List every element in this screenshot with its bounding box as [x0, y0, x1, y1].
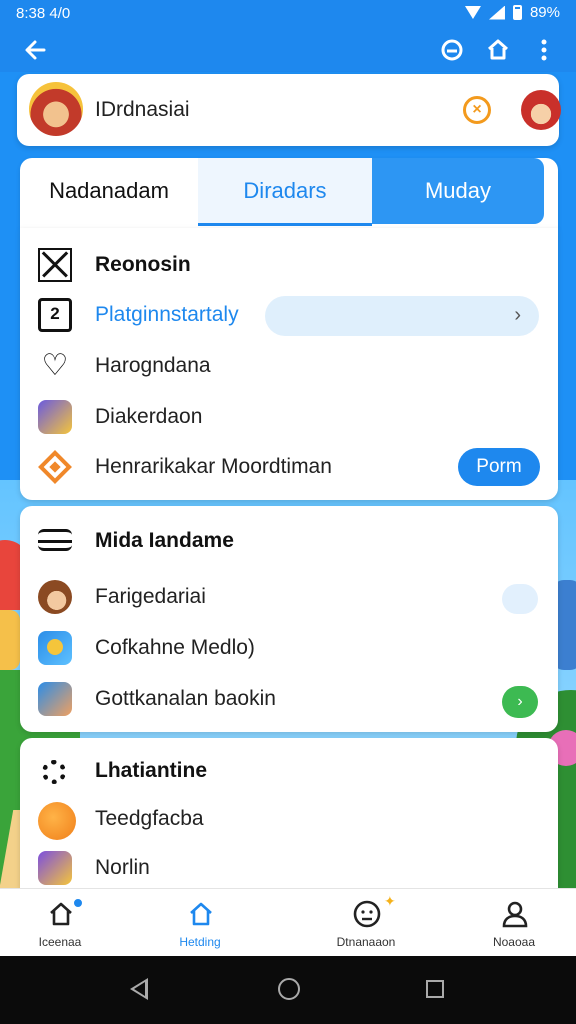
secondary-avatar[interactable] [521, 90, 561, 130]
nav-item-hetding[interactable]: Hetding [140, 889, 260, 957]
nav-label: Dtnanaaon [336, 935, 396, 949]
arrow-right-icon[interactable]: › [502, 686, 538, 718]
list-item-label: Harogndana [95, 354, 211, 377]
list-item-lhatiantine[interactable]: Lhatiantine [20, 746, 558, 794]
section-card-1: Reonosin › 2 Platginnstartaly ♡ Harognda… [20, 228, 558, 500]
nav-item-noaoaa[interactable]: Noaoaa [454, 889, 574, 957]
nav-item-home[interactable]: Iceenaa [0, 889, 120, 957]
tab-nadanadam[interactable]: Nadanadam [20, 158, 198, 224]
list-item-label: Lhatiantine [95, 759, 208, 782]
list-item-label: Teedgfacba [95, 807, 204, 830]
tab-muday[interactable]: Muday [372, 158, 544, 224]
avatar-icon [38, 580, 72, 614]
system-home-icon[interactable] [278, 978, 300, 1000]
star-icon: ✦ [384, 893, 396, 909]
battery-level: 89% [529, 4, 560, 21]
notification-badge [72, 897, 84, 909]
x-circle-icon[interactable]: × [463, 96, 491, 124]
bottom-navigation: Iceenaa Hetding ✦ Dtnanaaon Noaoaa [0, 888, 576, 956]
tab-bar: Nadanadam Diradars Muday [20, 158, 558, 228]
status-time: 8:38 4/0 [16, 5, 71, 22]
list-item-reonosin[interactable]: Reonosin [20, 240, 558, 288]
app-bar [0, 28, 576, 72]
list-item-label: Reonosin [95, 253, 191, 276]
purple-app-icon [38, 851, 72, 885]
person-icon [500, 899, 530, 929]
refresh-icon[interactable] [438, 36, 466, 64]
list-item-teedgfacba[interactable]: Teedgfacba [20, 794, 558, 842]
nav-label: Noaoaa [492, 935, 536, 949]
profile-card[interactable]: IDrdnasiai × [17, 74, 561, 146]
signal-icon [488, 5, 505, 20]
x-box-icon [38, 248, 72, 282]
arrow-left-icon[interactable] [22, 36, 50, 64]
list-item-harogndana[interactable]: ♡ Harogndana [20, 341, 558, 389]
status-bar: 8:38 4/0 89% [0, 0, 576, 28]
section-card-3: Lhatiantine Teedgfacba Norlin [20, 738, 558, 888]
tab-diradars[interactable]: Diradars [198, 158, 372, 226]
system-recents-icon[interactable] [426, 980, 444, 998]
list-item-label: Platginnstartaly [95, 303, 239, 326]
mushroom-stem-decoration [0, 610, 20, 670]
system-back-icon[interactable] [130, 978, 148, 1000]
list-item-norlin[interactable]: Norlin [20, 843, 558, 891]
list-item-cofkahne[interactable]: Cofkahne Medlo) [20, 623, 558, 671]
app-bar-actions [438, 36, 558, 64]
app-icon [38, 631, 72, 665]
list-item-label: Henrarikakar Moordtiman [95, 455, 332, 478]
list-item-label: Cofkahne Medlo) [95, 636, 255, 659]
nav-label: Iceenaa [38, 935, 82, 949]
orange-ball-icon [38, 802, 76, 840]
nav-item-dtnanaaon[interactable]: ✦ Dtnanaaon [306, 889, 426, 957]
home-active-icon [186, 899, 216, 929]
face-icon [352, 899, 382, 929]
home-icon[interactable] [484, 36, 512, 64]
more-vert-icon[interactable] [530, 36, 558, 64]
list-item-label: Diakerdaon [95, 405, 203, 428]
list-item-mida-iandame[interactable]: Mida Iandame [20, 516, 558, 564]
app-icon [38, 682, 72, 716]
list-icon [38, 529, 72, 551]
section-card-2: Mida Iandame Farigedariai Cofkahne Medlo… [20, 506, 558, 732]
heart-icon: ♡ [41, 349, 69, 382]
list-item-label: Mida Iandame [95, 529, 234, 552]
list-item-platginnstartaly[interactable]: 2 Platginnstartaly [20, 290, 558, 338]
list-item-label: Farigedariai [95, 585, 206, 608]
avatar[interactable] [29, 82, 83, 136]
list-item-gottkanalan[interactable]: Gottkanalan baokin › [20, 674, 558, 722]
game-icon [38, 400, 72, 434]
status-icons: 89% [464, 4, 560, 21]
chevron-button[interactable] [502, 584, 538, 614]
profile-name: IDrdnasiai [95, 98, 190, 121]
list-item-diakerdaon[interactable]: Diakerdaon [20, 392, 558, 440]
list-item-label: Norlin [95, 856, 150, 879]
wifi-icon [464, 6, 481, 19]
system-navigation-bar [0, 956, 576, 1024]
list-item-farigedariai[interactable]: Farigedariai [20, 572, 558, 620]
battery-icon [512, 5, 522, 20]
gear-icon [42, 760, 66, 784]
nav-label: Hetding [179, 935, 221, 949]
diamond-icon [38, 450, 72, 484]
number-2-icon: 2 [38, 298, 72, 332]
list-item-label: Gottkanalan baokin [95, 687, 276, 710]
form-button[interactable]: Porm [458, 448, 540, 486]
